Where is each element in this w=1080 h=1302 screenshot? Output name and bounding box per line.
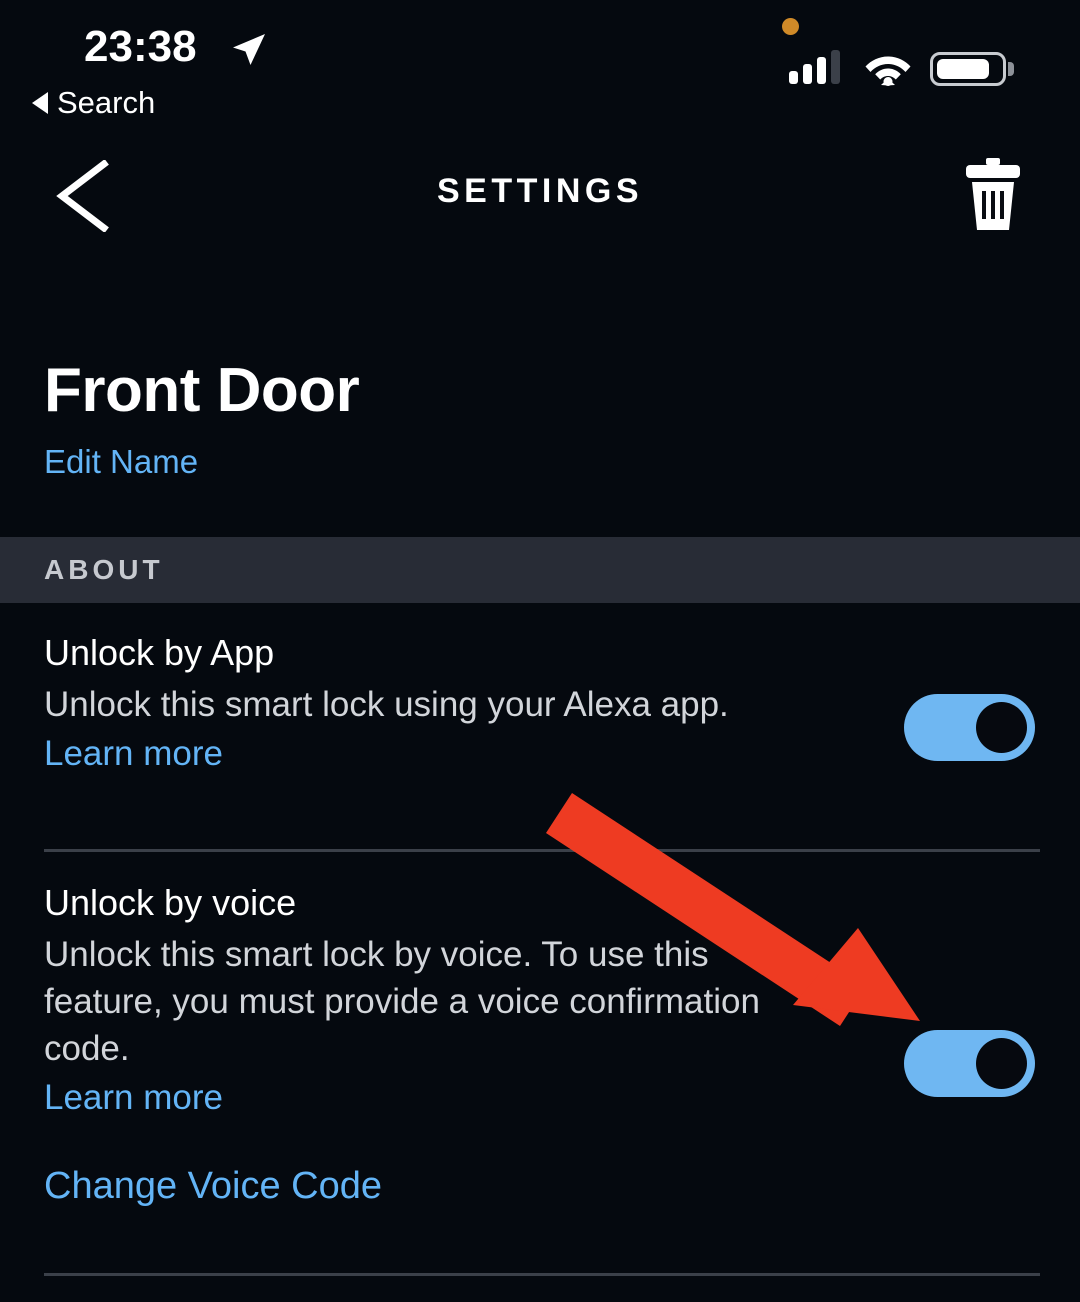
triangle-left-icon <box>32 92 48 114</box>
row-divider <box>44 849 1040 852</box>
trash-icon[interactable] <box>962 158 1024 232</box>
status-bar-clock: 23:38 <box>84 22 197 71</box>
status-bar: 23:38 Search <box>0 0 1080 130</box>
section-header-about: ABOUT <box>0 537 1080 603</box>
cellular-signal-icon <box>789 50 840 84</box>
setting-title: Unlock by App <box>44 632 275 673</box>
return-to-search-button[interactable]: Search <box>32 85 155 121</box>
setting-description: Unlock this smart lock by voice. To use … <box>44 935 760 1068</box>
location-arrow-icon <box>233 34 265 65</box>
page-title: SETTINGS <box>436 172 644 210</box>
bottom-divider <box>44 1273 1040 1276</box>
battery-terminal <box>1008 62 1014 76</box>
change-voice-code-link[interactable]: Change Voice Code <box>44 1165 382 1208</box>
navigation-bar: SETTINGS <box>0 140 1080 250</box>
section-header-label: ABOUT <box>44 554 164 585</box>
unlock-by-voice-toggle[interactable] <box>904 1030 1035 1097</box>
setting-description: Unlock this smart lock using your Alexa … <box>44 685 729 724</box>
privacy-indicator-dot <box>782 18 799 35</box>
unlock-by-app-toggle[interactable] <box>904 694 1035 761</box>
phone-screen: 23:38 Search SETTINGS Front Door Edit Na… <box>0 0 1080 1302</box>
device-name: Front Door <box>44 356 360 425</box>
setting-title: Unlock by voice <box>44 882 297 923</box>
return-to-search-label: Search <box>57 85 156 120</box>
edit-name-link[interactable]: Edit Name <box>44 443 198 481</box>
battery-icon <box>930 52 1006 86</box>
learn-more-link[interactable]: Learn more <box>44 1074 223 1121</box>
learn-more-link[interactable]: Learn more <box>44 730 223 777</box>
wifi-icon <box>865 56 911 86</box>
toggle-knob <box>976 1038 1027 1089</box>
setting-row-unlock-by-voice: Unlock by voice Unlock this smart lock b… <box>0 880 1080 1165</box>
toggle-knob <box>976 702 1027 753</box>
